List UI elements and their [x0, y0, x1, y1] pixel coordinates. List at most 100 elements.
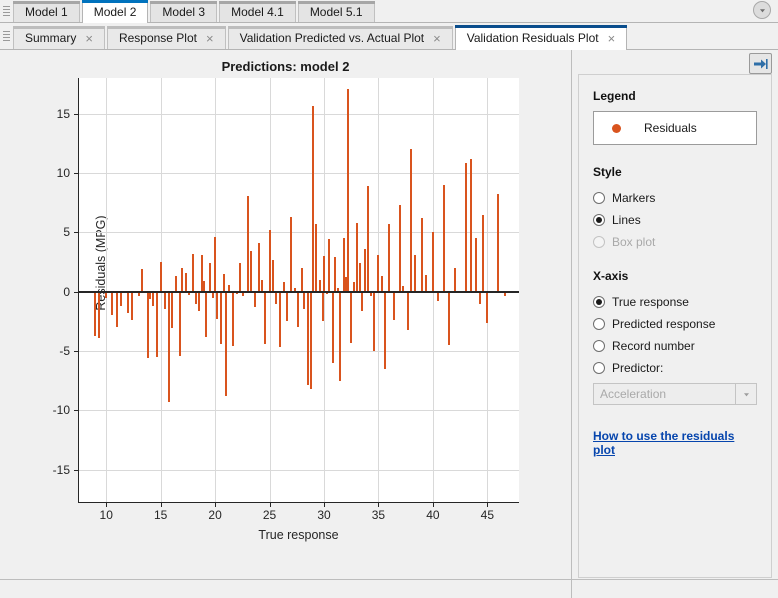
residual-stem: [377, 255, 379, 292]
x-tick-label: 20: [208, 508, 221, 522]
residual-stem: [339, 292, 341, 381]
model-tab-1[interactable]: Model 1: [13, 1, 80, 22]
residual-stem: [303, 292, 305, 310]
x-tick: [378, 502, 379, 507]
x-tick-label: 45: [481, 508, 494, 522]
residual-stem: [470, 159, 472, 292]
style-option-markers[interactable]: Markers: [593, 187, 757, 209]
chevron-down-icon: [758, 6, 767, 15]
residual-stem: [116, 292, 118, 328]
residual-stem: [269, 230, 271, 292]
radio-label: True response: [612, 295, 689, 309]
model-tab-5[interactable]: Model 5.1: [298, 1, 375, 22]
chart-bottom-strip: [0, 579, 571, 598]
residual-stem: [175, 276, 177, 291]
residual-stem: [399, 205, 401, 292]
residual-stem: [250, 251, 252, 291]
residual-stem: [407, 292, 409, 330]
help-link[interactable]: How to use the residuals plot: [593, 429, 757, 457]
y-tick-label: -5: [59, 344, 70, 358]
style-option-box-plot: Box plot: [593, 231, 757, 253]
legend-box[interactable]: Residuals: [593, 111, 757, 145]
xaxis-option-true-response[interactable]: True response: [593, 291, 757, 313]
plot-tab-4[interactable]: Validation Residuals Plot×: [455, 25, 627, 50]
residual-stem: [367, 186, 369, 292]
model-tab-4[interactable]: Model 4.1: [219, 1, 296, 22]
predictor-select[interactable]: Acceleration: [593, 383, 757, 405]
residual-stem: [322, 292, 324, 322]
residual-stem: [475, 238, 477, 291]
residual-stem: [393, 292, 395, 320]
plot-tab-2[interactable]: Response Plot×: [107, 26, 226, 49]
style-option-lines[interactable]: Lines: [593, 209, 757, 231]
residual-stem: [120, 292, 122, 306]
residual-stem: [98, 292, 100, 338]
y-tick: [74, 470, 79, 471]
radio-button-icon: [593, 318, 605, 330]
residual-stem: [332, 292, 334, 363]
radio-label: Predictor:: [612, 361, 663, 375]
x-tick: [215, 502, 216, 507]
xaxis-option-predictor[interactable]: Predictor:: [593, 357, 757, 379]
residual-stem: [179, 292, 181, 356]
residual-stem: [448, 292, 450, 345]
residual-stem: [160, 262, 162, 292]
residual-stem: [239, 263, 241, 291]
residual-stem: [373, 292, 375, 351]
xaxis-option-predicted-response[interactable]: Predicted response: [593, 313, 757, 335]
residual-stem: [497, 194, 499, 291]
y-gridline: [79, 470, 519, 471]
close-icon[interactable]: ×: [608, 32, 616, 45]
legend-marker-icon: [612, 124, 621, 133]
residual-stem: [486, 292, 488, 323]
x-tick-label: 35: [372, 508, 385, 522]
y-gridline: [79, 173, 519, 174]
collapse-panel-button[interactable]: [749, 53, 772, 74]
residual-stem: [214, 237, 216, 292]
x-axis-title: True response: [78, 528, 519, 542]
close-icon[interactable]: ×: [433, 32, 441, 45]
close-icon[interactable]: ×: [206, 32, 214, 45]
plot-tab-3[interactable]: Validation Predicted vs. Actual Plot×: [228, 26, 453, 49]
model-tabstrip: Model 1 Model 2Model 3 Model 4.1 Model 5.1: [0, 0, 778, 23]
y-gridline: [79, 351, 519, 352]
model-tab-3[interactable]: Model 3: [150, 1, 217, 22]
residual-stem: [127, 292, 129, 313]
residual-stem: [225, 292, 227, 396]
residual-stem: [152, 292, 154, 306]
xaxis-option-record-number[interactable]: Record number: [593, 335, 757, 357]
x-tick: [106, 502, 107, 507]
chevron-down-icon: [742, 390, 751, 399]
residual-stem: [185, 273, 187, 292]
collapse-panel-icon: [753, 58, 768, 70]
residual-stem: [432, 232, 434, 291]
residual-stem: [195, 292, 197, 304]
options-bottom-strip: [572, 579, 778, 598]
model-tab-label: Model 4.1: [231, 6, 284, 18]
residual-stem: [286, 292, 288, 322]
residuals-chart-pane: Predictions: model 2 Residuals (MPG) 101…: [0, 50, 572, 598]
grip-dots-icon: [3, 31, 10, 42]
predictor-select-arrow[interactable]: [735, 384, 756, 404]
residual-stem: [359, 263, 361, 291]
residual-stem: [290, 217, 292, 292]
tabstrip-drag-grip[interactable]: [0, 0, 13, 22]
residual-stem: [171, 292, 173, 329]
y-tick: [74, 114, 79, 115]
close-icon[interactable]: ×: [85, 32, 93, 45]
radio-button-icon: [593, 362, 605, 374]
y-tick-label: 0: [63, 285, 70, 299]
model-tab-label: Model 1: [25, 6, 68, 18]
plot-tabstrip-spacer: [629, 23, 778, 49]
predictor-select-value: Acceleration: [594, 384, 735, 404]
plot-tabstrip-drag-grip[interactable]: [0, 23, 13, 49]
y-tick-label: -10: [53, 403, 70, 417]
model-tab-2[interactable]: Model 2: [82, 0, 149, 23]
radio-button-icon: [593, 236, 605, 248]
radio-label: Markers: [612, 191, 655, 205]
residual-stem: [272, 260, 274, 292]
plot-area[interactable]: Residuals (MPG) 1015202530354045-15-10-5…: [78, 78, 519, 503]
model-tabs-overflow-button[interactable]: [753, 1, 771, 19]
residual-stem: [297, 292, 299, 328]
plot-tab-1[interactable]: Summary×: [13, 26, 105, 49]
